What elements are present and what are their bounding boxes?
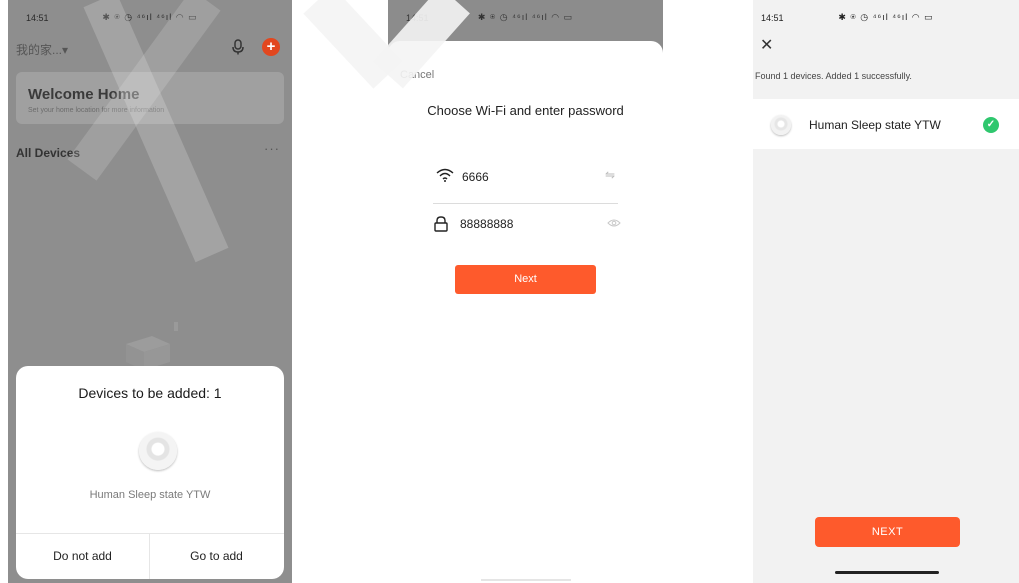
wifi-icon: [436, 168, 454, 182]
add-icon: +: [266, 38, 276, 55]
go-to-add-button[interactable]: Go to add: [150, 534, 283, 579]
check-icon: ✓: [983, 117, 999, 133]
wifi-name-field[interactable]: 6666: [462, 170, 489, 184]
close-icon[interactable]: ✕: [760, 35, 773, 55]
device-icon: [139, 432, 177, 470]
swap-icon[interactable]: ⇋: [605, 168, 615, 182]
wifi-title: Choose Wi-Fi and enter password: [427, 103, 624, 118]
phone-screen-result: 14:51 ✱ ⍟ ◷ ⁴⁶ıl ⁴⁶ıl ◠ ▭ ✕ Found 1 devi…: [753, 0, 1019, 583]
all-devices-heading: All Devices: [16, 146, 81, 160]
wifi-panel: Cancel Choose Wi-Fi and enter password 6…: [388, 41, 663, 583]
status-icons: ✱ ⍟ ◷ ⁴⁶ıl ⁴⁶ıl ◠ ▭: [477, 12, 574, 22]
more-options-icon[interactable]: ···: [264, 141, 280, 156]
welcome-title: Welcome Home: [28, 86, 140, 103]
device-icon: [771, 115, 791, 135]
welcome-card[interactable]: Welcome Home Set your home location for …: [16, 72, 284, 124]
eye-icon[interactable]: [607, 218, 621, 228]
home-indicator: [835, 571, 939, 574]
home-selector[interactable]: 我的家...▾: [16, 41, 68, 58]
status-bar: 14:51 ✱ ⍟ ◷ ⁴⁶ıl ⁴⁶ıl ◠ ▭: [753, 0, 1019, 30]
status-icons: ✱ ⍟ ◷ ⁴⁶ıl ⁴⁶ıl ◠ ▭: [838, 12, 934, 22]
add-device-button[interactable]: +: [262, 38, 280, 56]
status-bar: 14:51 ✱ ⍟ ◷ ⁴⁶ıl ⁴⁶ıl ◠ ▭: [388, 0, 663, 30]
next-button[interactable]: NEXT: [815, 517, 960, 547]
field-divider: [433, 203, 618, 204]
cancel-link[interactable]: Cancel: [400, 69, 434, 81]
devices-to-add-sheet: Devices to be added: 1 Human Sleep state…: [16, 366, 284, 579]
added-device-row[interactable]: Human Sleep state YTW: [753, 99, 1019, 149]
empty-box-illustration: [126, 322, 178, 370]
lock-icon: [434, 216, 448, 232]
phone-screen-wifi: 14:51 ✱ ⍟ ◷ ⁴⁶ıl ⁴⁶ıl ◠ ▭ Cancel Choose …: [388, 0, 663, 583]
phone-screen-home: 14:51 ✱ ⍟ ◷ ⁴⁶ıl ⁴⁶ıl ◠ ▭ 我的家...▾ + Welc…: [8, 0, 292, 583]
status-bar: 14:51 ✱ ⍟ ◷ ⁴⁶ıl ⁴⁶ıl ◠ ▭: [8, 0, 292, 30]
sheet-title: Devices to be added: 1: [78, 385, 222, 401]
status-icons: ✱ ⍟ ◷ ⁴⁶ıl ⁴⁶ıl ◠ ▭: [102, 12, 198, 22]
microphone-icon[interactable]: [230, 39, 246, 55]
next-button[interactable]: Next: [455, 265, 596, 294]
do-not-add-button[interactable]: Do not add: [16, 534, 149, 579]
found-summary: Found 1 devices. Added 1 successfully.: [755, 71, 912, 81]
welcome-subtitle: Set your home location for more informat…: [28, 107, 165, 114]
sheet-device-name: Human Sleep state YTW: [89, 489, 211, 501]
added-device-name: Human Sleep state YTW: [809, 118, 941, 132]
home-indicator: [481, 579, 571, 581]
password-field[interactable]: 88888888: [460, 217, 513, 231]
